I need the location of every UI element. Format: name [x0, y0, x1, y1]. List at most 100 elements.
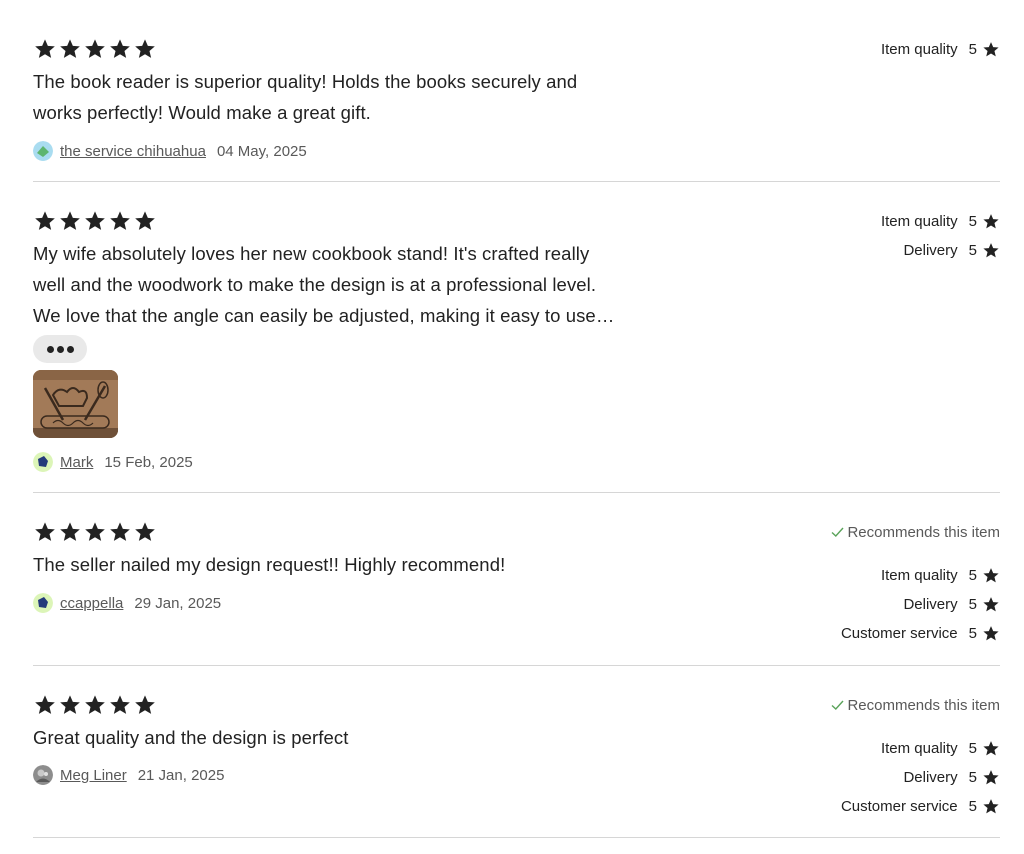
reviewer-byline: ccappella 29 Jan, 2025	[33, 592, 221, 614]
checkmark-icon	[831, 699, 844, 711]
expand-review-button[interactable]	[33, 335, 87, 363]
rating-label: Item quality	[880, 566, 958, 584]
star-icon	[982, 798, 1000, 815]
avatar	[33, 765, 53, 785]
star-icon	[982, 41, 1000, 58]
rating-value: 5	[968, 768, 977, 786]
rating-customer-service: Customer service 5	[841, 622, 1000, 644]
divider	[33, 837, 1000, 838]
star-icon	[33, 38, 57, 60]
ellipsis-icon	[56, 345, 64, 353]
review-card: Great quality and the design is perfect …	[33, 692, 1000, 822]
star-icon	[133, 210, 157, 232]
recommends-label: Recommends this item	[847, 523, 1000, 541]
rating-label: Delivery	[903, 768, 958, 786]
rating-value: 5	[968, 566, 977, 584]
star-rating	[33, 521, 157, 543]
star-icon	[108, 521, 132, 543]
review-card: The seller nailed my design request!! Hi…	[33, 519, 1000, 649]
review-card: My wife absolutely loves her new cookboo…	[33, 208, 1000, 478]
reviewer-link[interactable]: the service chihuahua	[60, 143, 206, 160]
review-photo[interactable]	[33, 370, 118, 438]
divider	[33, 665, 1000, 666]
star-rating	[33, 210, 157, 232]
star-icon	[108, 694, 132, 716]
star-icon	[83, 521, 107, 543]
star-rating	[33, 694, 157, 716]
reviewer-link[interactable]: Meg Liner	[60, 767, 127, 784]
review-text: The seller nailed my design request!! Hi…	[33, 554, 506, 575]
reviewer-byline: Meg Liner 21 Jan, 2025	[33, 764, 224, 786]
rating-customer-service: Customer service 5	[841, 795, 1000, 817]
star-icon	[982, 769, 1000, 786]
review-text: Great quality and the design is perfect	[33, 727, 349, 748]
rating-value: 5	[968, 212, 977, 230]
star-icon	[982, 567, 1000, 584]
rating-item-quality: Item quality 5	[881, 210, 1000, 232]
divider	[33, 181, 1000, 182]
rating-label: Item quality	[880, 212, 958, 230]
rating-value: 5	[968, 40, 977, 58]
star-icon	[83, 38, 107, 60]
recommends-badge: Recommends this item	[831, 694, 1000, 716]
rating-delivery: Delivery 5	[903, 593, 1000, 615]
ellipsis-icon	[46, 345, 54, 353]
recommends-badge: Recommends this item	[831, 521, 1000, 543]
reviewer-link[interactable]: Mark	[60, 454, 93, 471]
star-icon	[982, 242, 1000, 259]
star-icon	[108, 38, 132, 60]
reviewer-byline: the service chihuahua 04 May, 2025	[33, 140, 307, 162]
rating-item-quality: Item quality 5	[881, 38, 1000, 60]
rating-label: Delivery	[903, 595, 958, 613]
checkmark-icon	[831, 526, 844, 538]
ellipsis-icon	[66, 345, 74, 353]
rating-label: Item quality	[880, 739, 958, 757]
review-text: My wife absolutely loves her new cookboo…	[33, 243, 597, 326]
star-icon	[33, 210, 57, 232]
star-icon	[133, 38, 157, 60]
rating-delivery: Delivery 5	[903, 766, 1000, 788]
star-icon	[982, 213, 1000, 230]
rating-label: Customer service	[840, 624, 958, 642]
star-icon	[108, 210, 132, 232]
avatar	[33, 452, 53, 472]
rating-item-quality: Item quality 5	[881, 737, 1000, 759]
reviewer-link[interactable]: ccappella	[60, 595, 123, 612]
star-icon	[133, 521, 157, 543]
recommends-label: Recommends this item	[847, 696, 1000, 714]
rating-value: 5	[968, 241, 977, 259]
star-icon	[133, 694, 157, 716]
review-date: 15 Feb, 2025	[104, 453, 193, 471]
avatar	[33, 141, 53, 161]
rating-value: 5	[968, 624, 977, 642]
avatar	[33, 593, 53, 613]
rating-label: Delivery	[903, 241, 958, 259]
rating-item-quality: Item quality 5	[881, 564, 1000, 586]
rating-label: Customer service	[840, 797, 958, 815]
star-rating	[33, 38, 157, 60]
star-icon	[982, 596, 1000, 613]
review-date: 21 Jan, 2025	[137, 766, 225, 784]
star-icon	[58, 38, 82, 60]
engraved-cutting-board-photo	[33, 370, 118, 438]
star-icon	[33, 694, 57, 716]
review-card: The book reader is superior quality! Hol…	[33, 36, 1000, 166]
review-date: 04 May, 2025	[216, 142, 307, 160]
review-text: The book reader is superior quality! Hol…	[33, 71, 578, 123]
reviewer-byline: Mark 15 Feb, 2025	[33, 451, 193, 473]
star-icon	[58, 694, 82, 716]
star-icon	[58, 210, 82, 232]
rating-label: Item quality	[880, 40, 958, 58]
star-icon	[58, 521, 82, 543]
star-icon	[83, 210, 107, 232]
rating-value: 5	[968, 739, 977, 757]
rating-delivery: Delivery 5	[903, 239, 1000, 261]
star-icon	[83, 694, 107, 716]
star-icon	[982, 740, 1000, 757]
star-icon	[982, 625, 1000, 642]
rating-value: 5	[968, 797, 977, 815]
star-icon	[33, 521, 57, 543]
rating-value: 5	[968, 595, 977, 613]
divider	[33, 492, 1000, 493]
review-date: 29 Jan, 2025	[134, 594, 222, 612]
